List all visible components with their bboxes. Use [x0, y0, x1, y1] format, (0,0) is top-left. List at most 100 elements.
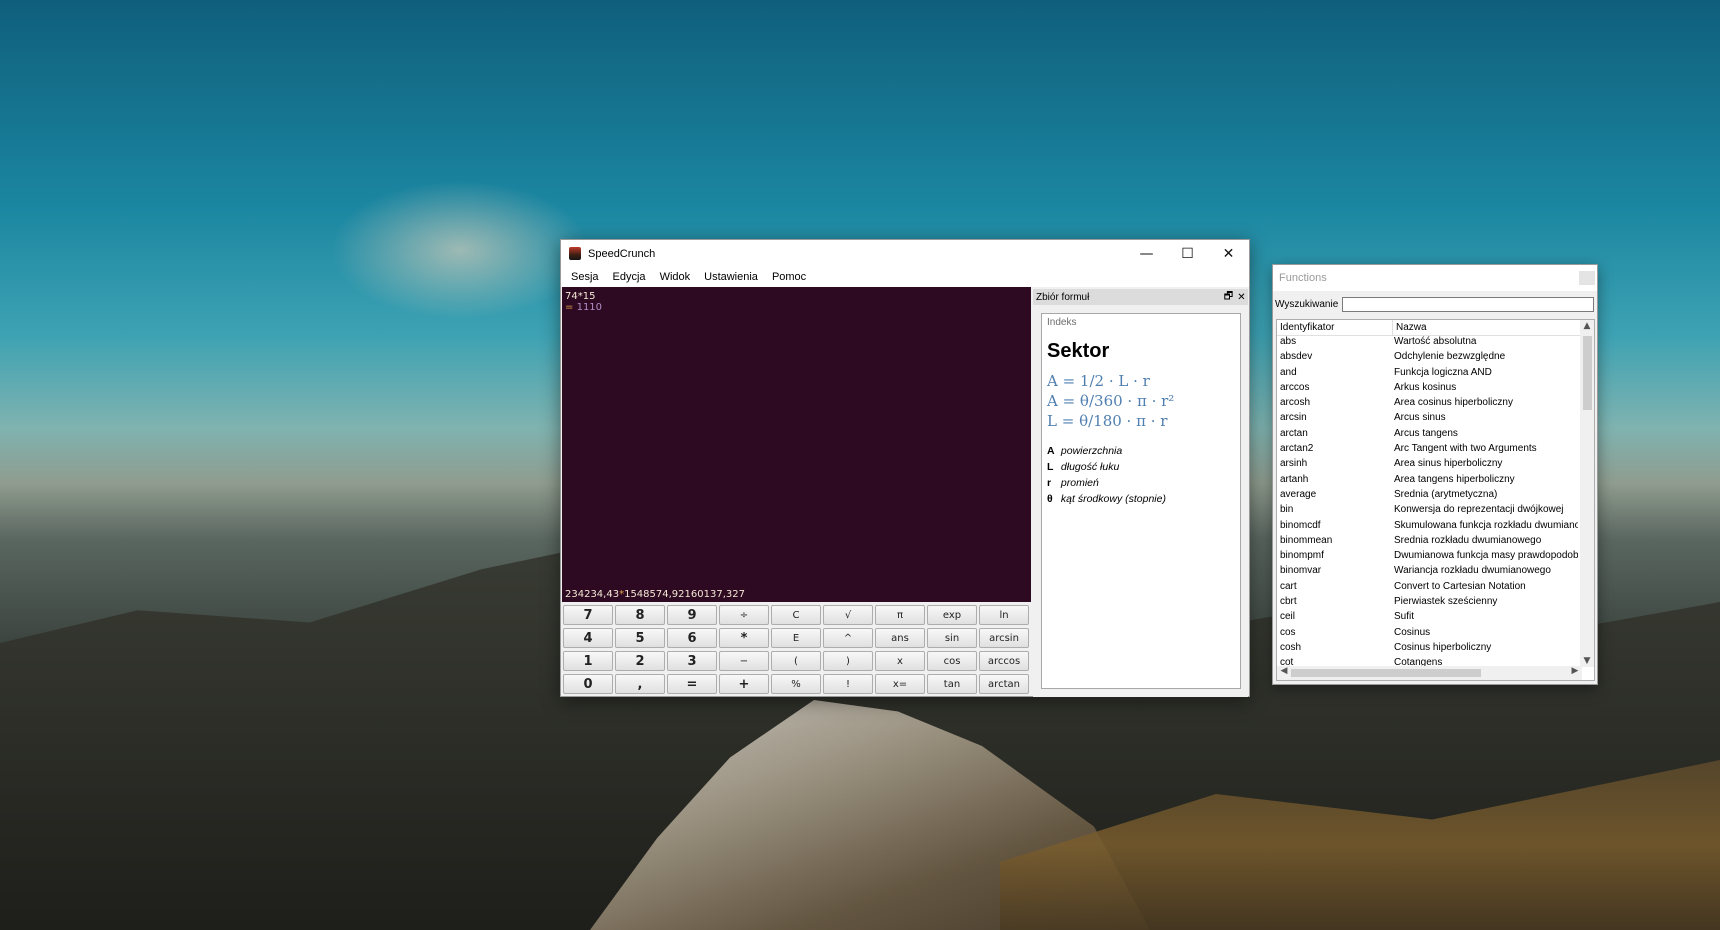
key-x[interactable]: x: [875, 651, 925, 671]
key-sin[interactable]: sin: [927, 628, 977, 648]
key-8[interactable]: 8: [615, 605, 665, 625]
function-identifier: arsinh: [1280, 458, 1308, 470]
key-decimal[interactable]: ,: [615, 674, 665, 694]
table-row[interactable]: arcsin Arcus sinus: [1277, 412, 1594, 427]
table-row[interactable]: cosh Cosinus hiperboliczny: [1277, 642, 1594, 657]
menu-edycja[interactable]: Edycja: [606, 271, 653, 283]
column-header-name[interactable]: Nazwa: [1393, 320, 1430, 335]
table-row[interactable]: cbrt Pierwiastek sześcienny: [1277, 596, 1594, 611]
search-input[interactable]: [1342, 296, 1595, 312]
equation-1[interactable]: A = 1/2 · L · r: [1047, 371, 1235, 391]
table-row[interactable]: arcosh Area cosinus hiperboliczny: [1277, 397, 1594, 412]
table-row[interactable]: binompmf Dwumianowa funkcja masy prawdopo…: [1277, 550, 1594, 565]
expression-input[interactable]: 234234,43*1548574,92160137,327: [562, 588, 1031, 602]
key-minus[interactable]: −: [719, 651, 769, 671]
scroll-left-icon[interactable]: ◀: [1277, 666, 1291, 676]
result-display[interactable]: 74*15 = 1110: [562, 287, 1031, 597]
function-identifier: cart: [1280, 580, 1297, 592]
key-sqrt[interactable]: √: [823, 605, 873, 625]
key-1[interactable]: 1: [563, 651, 613, 671]
title-bar[interactable]: SpeedCrunch — ☐ ✕: [561, 240, 1249, 267]
vertical-scrollbar[interactable]: ▲ ▼: [1580, 320, 1594, 667]
variable-symbol: θ: [1047, 493, 1053, 505]
variable-row: A powierzchnia: [1047, 443, 1235, 459]
key-2[interactable]: 2: [615, 651, 665, 671]
formula-book-dock: Zbiór formuł 🗗 ✕ Indeks Sektor A = 1/2 ·…: [1033, 289, 1248, 697]
function-name: Cosinus: [1394, 626, 1431, 638]
function-name: Wartość absolutna: [1394, 336, 1477, 347]
functions-close-button[interactable]: [1579, 271, 1595, 285]
equation-2[interactable]: A = θ/360 · π · r²: [1047, 391, 1235, 411]
table-row[interactable]: binomvar Wariancja rozkładu dwumianowego: [1277, 565, 1594, 580]
minimize-button[interactable]: —: [1126, 240, 1167, 267]
table-row[interactable]: cos Cosinus: [1277, 627, 1594, 642]
key-ans[interactable]: ans: [875, 628, 925, 648]
equation-3[interactable]: L = θ/180 · π · r: [1047, 411, 1235, 431]
key-5[interactable]: 5: [615, 628, 665, 648]
key-3[interactable]: 3: [667, 651, 717, 671]
horizontal-scroll-thumb[interactable]: [1291, 669, 1481, 677]
table-row[interactable]: artanh Area tangens hiperboliczny: [1277, 474, 1594, 489]
key-cos[interactable]: cos: [927, 651, 977, 671]
key-7[interactable]: 7: [563, 605, 613, 625]
key-pi[interactable]: π: [875, 605, 925, 625]
vertical-scroll-thumb[interactable]: [1583, 336, 1592, 410]
table-row[interactable]: binomcdf Skumulowana funkcja rozkładu dwu…: [1277, 520, 1594, 535]
table-row[interactable]: cart Convert to Cartesian Notation: [1277, 581, 1594, 596]
key-ln[interactable]: ln: [979, 605, 1029, 625]
scroll-right-icon[interactable]: ▶: [1568, 666, 1582, 676]
functions-title-bar[interactable]: Functions: [1273, 265, 1597, 291]
close-button[interactable]: ✕: [1208, 240, 1249, 267]
table-row[interactable]: abs Wartość absolutna: [1277, 336, 1594, 351]
key-power[interactable]: ^: [823, 628, 873, 648]
key-arcsin[interactable]: arcsin: [979, 628, 1029, 648]
menu-pomoc[interactable]: Pomoc: [765, 271, 813, 283]
key-plus[interactable]: +: [719, 674, 769, 694]
key-percent[interactable]: %: [771, 674, 821, 694]
menu-sesja[interactable]: Sesja: [564, 271, 606, 283]
table-row[interactable]: arctan Arcus tangens: [1277, 428, 1594, 443]
close-dock-icon[interactable]: ✕: [1235, 292, 1248, 303]
key-4[interactable]: 4: [563, 628, 613, 648]
table-row[interactable]: arctan2 Arc Tangent with two Arguments: [1277, 443, 1594, 458]
key-multiply[interactable]: *: [719, 628, 769, 648]
key-divide[interactable]: ÷: [719, 605, 769, 625]
key-open-paren[interactable]: (: [771, 651, 821, 671]
key-9[interactable]: 9: [667, 605, 717, 625]
menu-ustawienia[interactable]: Ustawienia: [697, 271, 765, 283]
history-expression[interactable]: 74*15: [565, 291, 1028, 302]
table-row[interactable]: and Funkcja logiczna AND: [1277, 367, 1594, 382]
table-row[interactable]: absdev Odchylenie bezwzględne: [1277, 351, 1594, 366]
history-result[interactable]: = 1110: [565, 302, 1028, 313]
key-exponent-e[interactable]: E: [771, 628, 821, 648]
key-equals[interactable]: =: [667, 674, 717, 694]
formula-dock-header[interactable]: Zbiór formuł 🗗 ✕: [1033, 289, 1248, 305]
key-tan[interactable]: tan: [927, 674, 977, 694]
scroll-down-icon[interactable]: ▼: [1580, 656, 1594, 666]
keypad: 7 8 9 ÷ C √ π exp ln 4 5 6 * E ^ ans sin…: [563, 605, 1031, 697]
scroll-up-icon[interactable]: ▲: [1580, 321, 1594, 331]
maximize-button[interactable]: ☐: [1167, 240, 1208, 267]
key-exp[interactable]: exp: [927, 605, 977, 625]
table-row[interactable]: ceil Sufit: [1277, 611, 1594, 626]
index-link[interactable]: Indeks: [1047, 317, 1235, 328]
table-row[interactable]: bin Konwersja do reprezentacji dwójkowej: [1277, 504, 1594, 519]
column-header-id[interactable]: Identyfikator: [1277, 320, 1393, 335]
key-arccos[interactable]: arccos: [979, 651, 1029, 671]
float-dock-icon[interactable]: 🗗: [1222, 289, 1235, 306]
table-row[interactable]: binommean Średnia rozkładu dwumianowego: [1277, 535, 1594, 550]
key-0[interactable]: 0: [563, 674, 613, 694]
table-row[interactable]: average Średnia (arytmetyczna): [1277, 489, 1594, 504]
table-row[interactable]: arccos Arkus kosinus: [1277, 382, 1594, 397]
key-x-assign[interactable]: x=: [875, 674, 925, 694]
menu-widok[interactable]: Widok: [653, 271, 698, 283]
horizontal-scrollbar[interactable]: ◀ ▶: [1277, 666, 1582, 680]
key-factorial[interactable]: !: [823, 674, 873, 694]
key-arctan[interactable]: arctan: [979, 674, 1029, 694]
key-6[interactable]: 6: [667, 628, 717, 648]
formula-content: Indeks Sektor A = 1/2 · L · r A = θ/360 …: [1041, 313, 1241, 689]
key-clear[interactable]: C: [771, 605, 821, 625]
key-close-paren[interactable]: ): [823, 651, 873, 671]
table-row[interactable]: arsinh Area sinus hiperboliczny: [1277, 458, 1594, 473]
function-name: Sufit: [1394, 611, 1415, 623]
